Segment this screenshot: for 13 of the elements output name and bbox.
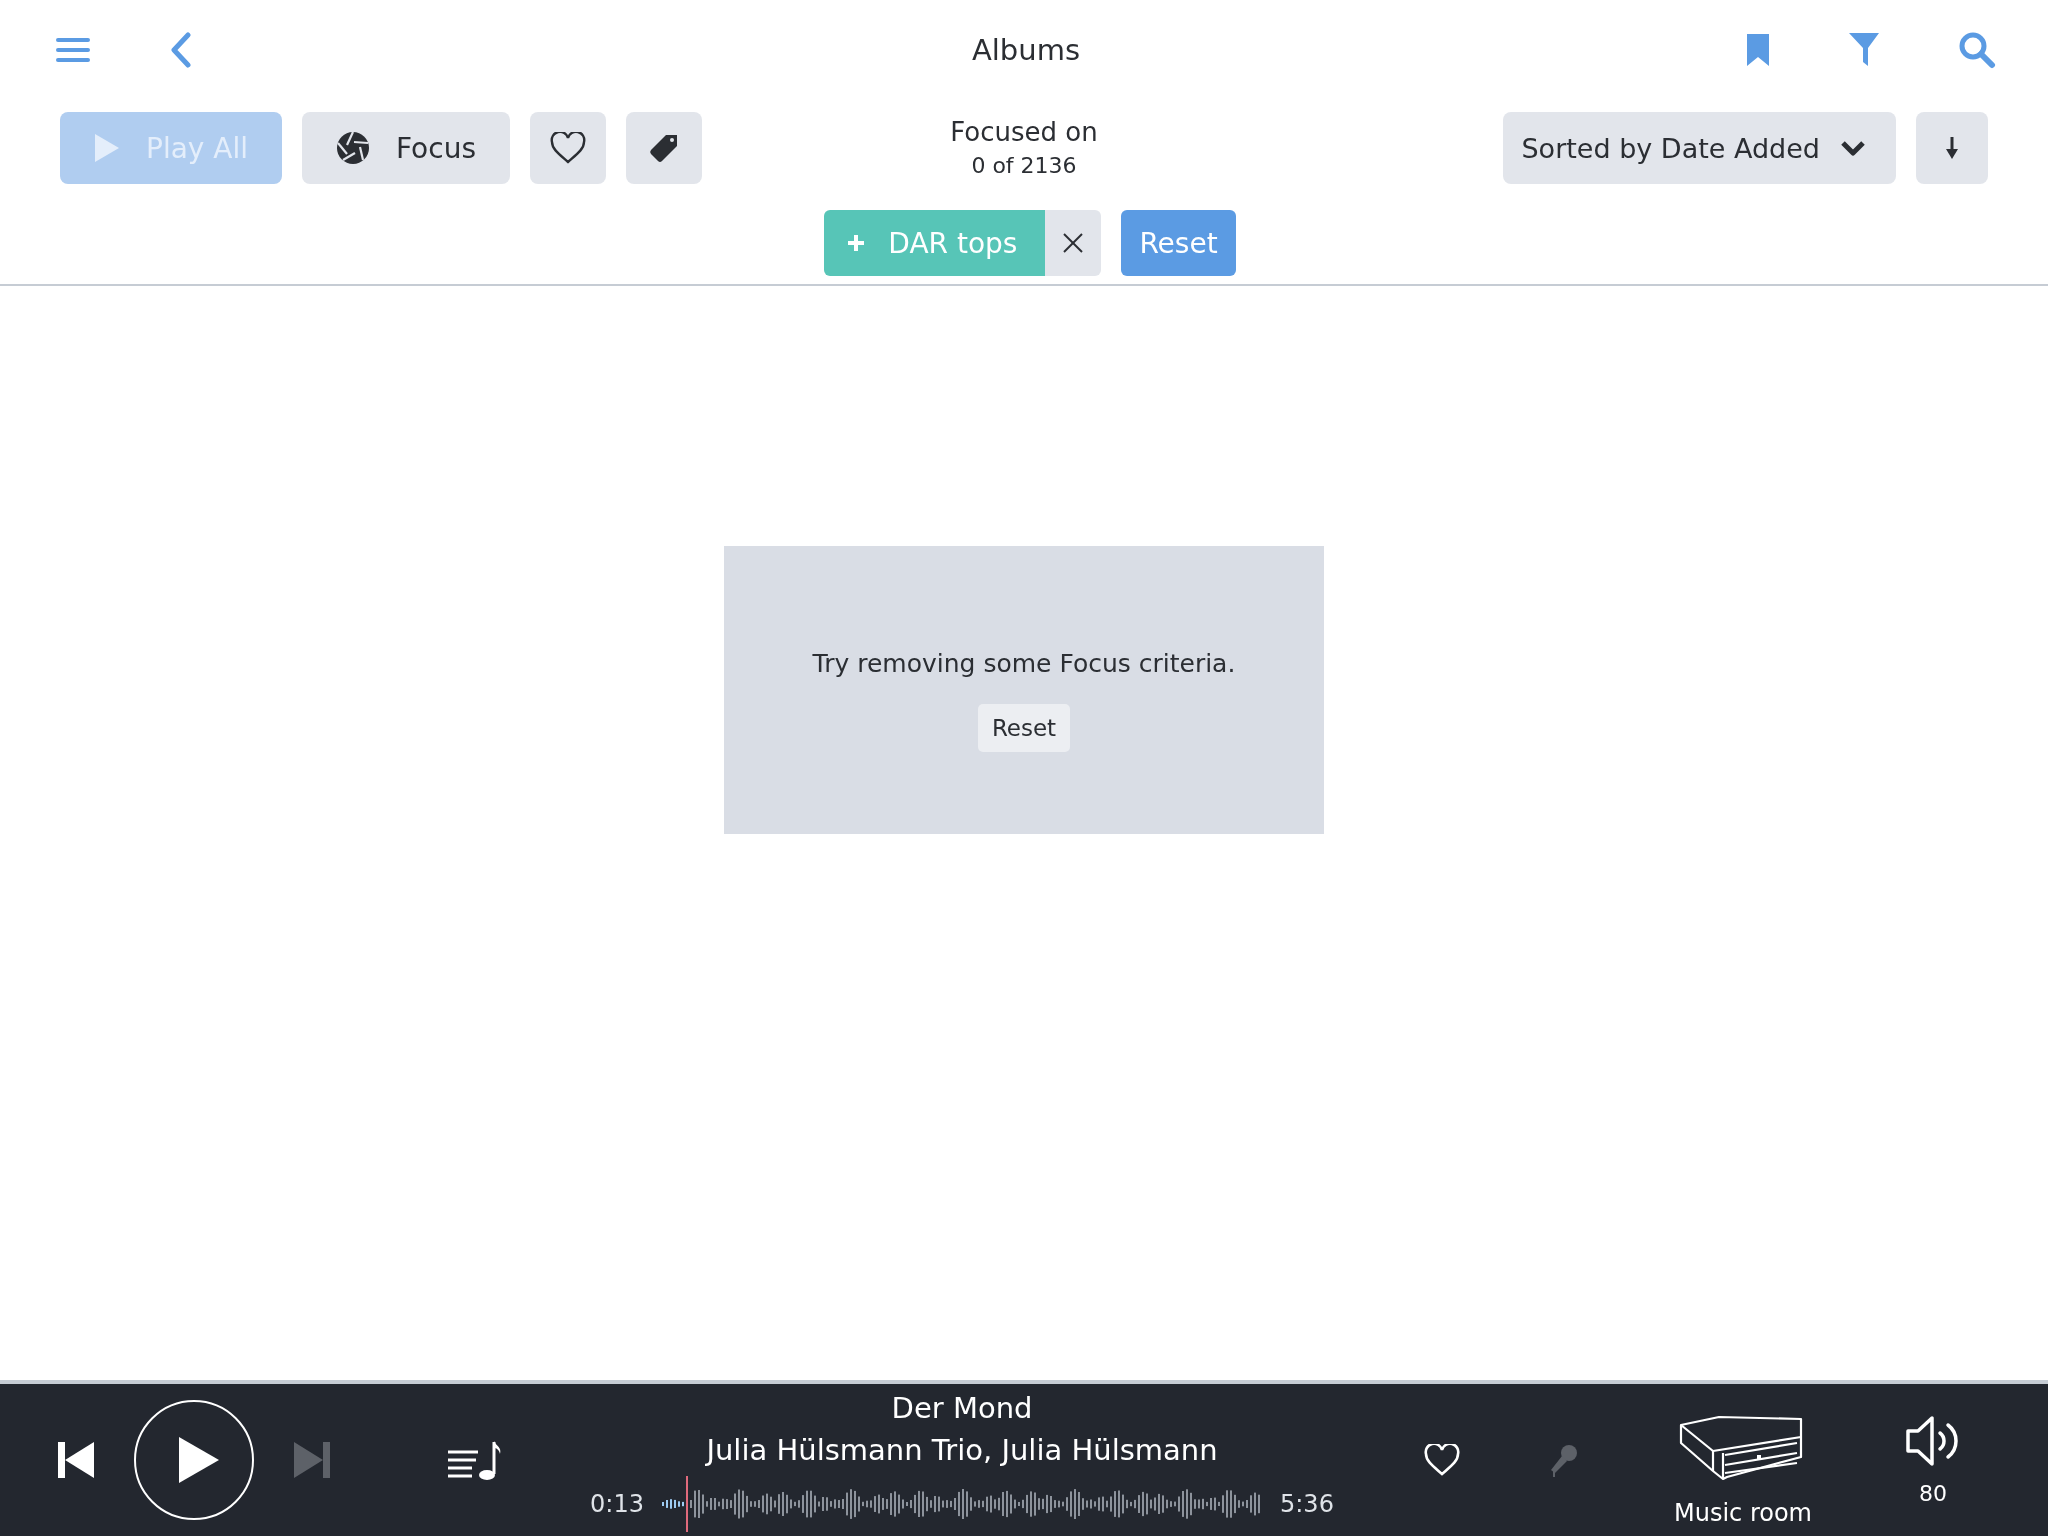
empty-state-message: Try removing some Focus criteria. [812,648,1236,678]
focus-status-label: Focused on [950,116,1098,149]
track-artist: Julia Hülsmann Trio, Julia Hülsmann [706,1432,1218,1469]
sort-dropdown[interactable]: Sorted by Date Added [1503,112,1896,184]
focus-button[interactable]: Focus [302,112,510,184]
reset-button[interactable]: Reset [977,703,1071,752]
track-duration: 5:36 [1280,1490,1334,1518]
track-title: Der Mond [891,1390,1033,1427]
page-title: Albums [971,33,1080,67]
output-device-button[interactable]: Music room [1674,1415,1812,1527]
focus-count: 0 of 2136 [970,152,1078,180]
volume-button[interactable]: 80 [1904,1414,1962,1506]
elapsed-time: 0:13 [590,1490,644,1518]
